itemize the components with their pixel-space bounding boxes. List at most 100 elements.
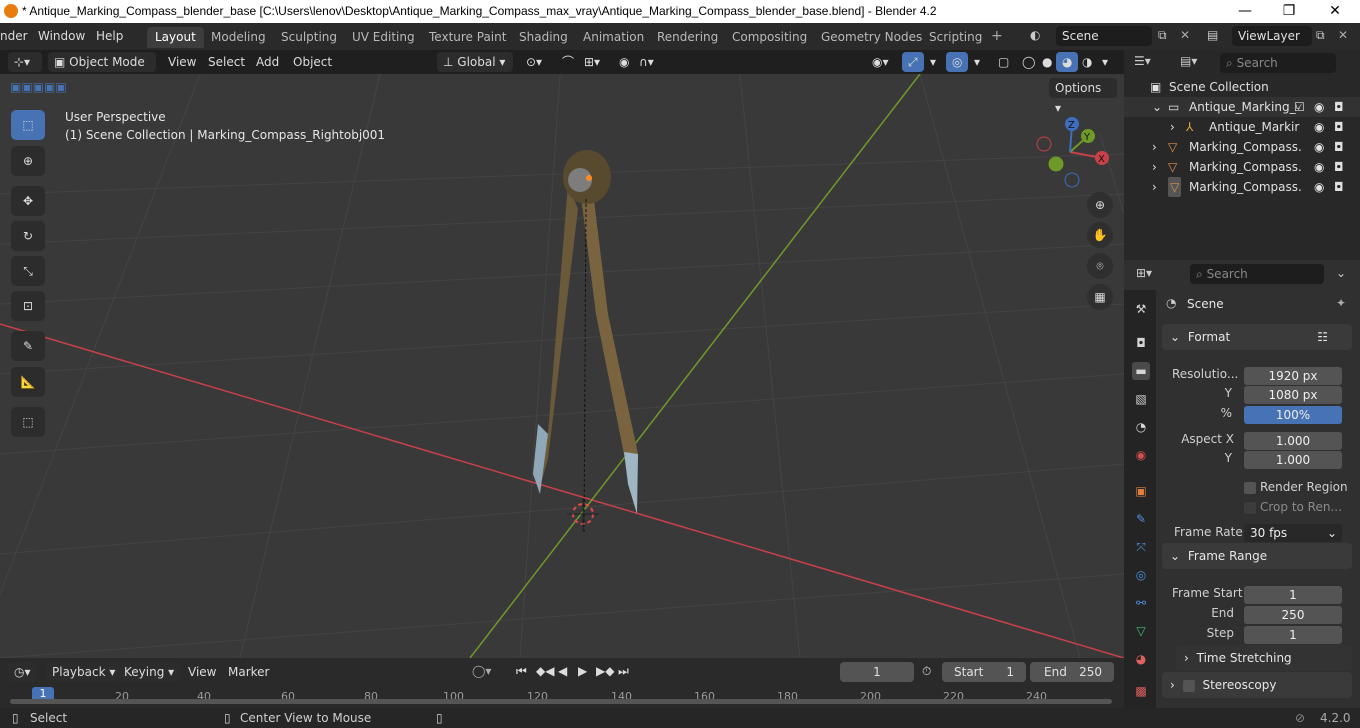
editor-type-button[interactable]: ⊹▾ <box>8 52 42 72</box>
tab-shading[interactable]: Shading <box>511 27 576 48</box>
close-button[interactable]: ✕ <box>1320 2 1350 20</box>
gizmo-toggle-icon[interactable]: ⤢ <box>902 52 924 72</box>
aspect-y-field[interactable]: 1.000 <box>1244 451 1342 469</box>
expand-chevron-icon[interactable]: › <box>1170 117 1175 137</box>
render-tab-icon[interactable]: ◘ <box>1132 334 1150 352</box>
tab-animation[interactable]: Animation <box>575 27 652 48</box>
navigation-gizmo[interactable]: X Y Z <box>1030 114 1110 194</box>
visibility-eye-icon[interactable]: ◉ <box>1314 137 1324 157</box>
render-camera-icon[interactable]: ◘ <box>1334 97 1344 117</box>
modifier-tab-icon[interactable]: ✎ <box>1132 510 1150 528</box>
toolbar-header-icons[interactable]: ▣▣▣▣▣ <box>10 80 67 94</box>
mode-dropdown[interactable]: ▣ Object Mode ▾ <box>48 52 156 89</box>
play-icon[interactable]: ▶ <box>578 664 587 678</box>
minimize-button[interactable]: — <box>1230 2 1260 20</box>
stereoscopy-checkbox[interactable] <box>1182 679 1195 692</box>
properties-search-input[interactable]: ⌕ Search <box>1190 264 1324 284</box>
marking-compass-model[interactable] <box>533 150 638 535</box>
frame-end-field[interactable]: 250 <box>1244 606 1342 624</box>
resolution-y-field[interactable]: 1080 px <box>1244 386 1342 404</box>
shading-dropdown-icon[interactable]: ▾ <box>1096 52 1114 72</box>
overlay-dropdown-icon[interactable]: ▾ <box>968 52 986 72</box>
menu-help[interactable]: Help <box>96 29 123 43</box>
menu-window[interactable]: Window <box>38 29 85 43</box>
current-frame-field[interactable]: 1 <box>840 662 914 682</box>
material-tab-icon[interactable]: ◕ <box>1132 650 1150 668</box>
visibility-eye-icon[interactable]: ◉ <box>1314 177 1324 197</box>
pin-icon[interactable]: ✦ <box>1336 296 1346 310</box>
tab-scripting[interactable]: Scripting <box>921 27 990 48</box>
menu-view[interactable]: View <box>162 52 202 72</box>
properties-options-icon[interactable]: ⌄ <box>1336 266 1346 280</box>
format-panel-header[interactable]: ⌄ Format ☷ <box>1162 324 1352 350</box>
options-dropdown[interactable]: Options ▾ <box>1049 78 1117 115</box>
visibility-eye-icon[interactable]: ◉ <box>1314 97 1324 117</box>
play-reverse-icon[interactable]: ◀ <box>558 664 567 678</box>
overlay-toggle-icon[interactable]: ◎ <box>946 52 969 72</box>
time-stretching-panel-header[interactable]: › Time Stretching <box>1176 645 1352 671</box>
preview-range-icon[interactable]: ⏱ <box>922 664 931 679</box>
render-camera-icon[interactable]: ◘ <box>1334 177 1344 197</box>
outliner-row-collection[interactable]: ⌄ ▭ Antique_Marking_C ☑ ◉ ◘ <box>1124 97 1360 117</box>
object-tab-icon[interactable]: ▣ <box>1132 482 1150 500</box>
timeline-view-menu[interactable]: View <box>182 662 222 682</box>
jump-start-icon[interactable]: ⏮ <box>516 664 527 679</box>
tab-geometry-nodes[interactable]: Geometry Nodes <box>813 27 930 48</box>
new-viewlayer-icon[interactable]: ⧉ <box>1316 28 1325 43</box>
tab-texture-paint[interactable]: Texture Paint <box>421 27 514 48</box>
viewlayer-name-field[interactable]: ViewLayer <box>1232 26 1312 46</box>
constraints-tab-icon[interactable]: ⚯ <box>1132 594 1150 612</box>
outliner-row-mesh-3[interactable]: › ▽ Marking_Compass. ◉ ◘ <box>1124 177 1360 197</box>
timeline-scrollbar[interactable] <box>10 699 1112 704</box>
tool-tab-icon[interactable]: ⚒ <box>1132 300 1150 318</box>
scene-browse-icon[interactable]: ◐ <box>1030 28 1040 42</box>
cursor-tool[interactable]: ⊕ <box>11 146 45 176</box>
3d-viewport[interactable]: User Perspective (1) Scene Collection | … <box>0 74 1124 658</box>
outliner-row-armature[interactable]: › ⅄ Antique_Markir ◉ ◘ <box>1124 117 1360 137</box>
expand-chevron-icon[interactable]: › <box>1152 157 1157 177</box>
pan-button[interactable]: ✋ <box>1087 222 1113 248</box>
camera-view-button[interactable]: ⌾ <box>1087 253 1113 279</box>
texture-tab-icon[interactable]: ▩ <box>1132 682 1150 700</box>
tab-layout[interactable]: Layout <box>147 27 204 48</box>
visibility-eye-icon[interactable]: ◉ <box>1314 117 1324 137</box>
tab-uv-editing[interactable]: UV Editing <box>344 27 423 48</box>
scene-tab-icon[interactable]: ◔ <box>1132 418 1150 436</box>
menu-object[interactable]: Object <box>287 52 338 72</box>
expand-chevron-icon[interactable]: › <box>1152 137 1157 157</box>
annotate-tool[interactable]: ✎ <box>11 331 45 361</box>
delete-scene-icon[interactable]: ✕ <box>1180 28 1190 42</box>
tab-sculpting[interactable]: Sculpting <box>273 27 345 48</box>
timeline-editor-icon[interactable]: ◷▾ <box>8 662 37 682</box>
properties-editor-icon[interactable]: ⊞▾ <box>1136 266 1152 280</box>
render-camera-icon[interactable]: ◘ <box>1334 117 1344 137</box>
outliner-filter-icon[interactable]: ▤▾ <box>1180 54 1197 68</box>
menu-render[interactable]: nder <box>0 29 28 43</box>
outliner-editor-icon[interactable]: ☰▾ <box>1134 54 1151 68</box>
tab-modeling[interactable]: Modeling <box>203 27 274 48</box>
pivot-icon[interactable]: ⊙▾ <box>520 52 548 72</box>
framerate-dropdown[interactable]: 30 fps ⌄ <box>1244 524 1342 542</box>
tab-rendering[interactable]: Rendering <box>649 27 726 48</box>
exclude-checkbox-icon[interactable]: ☑ <box>1294 97 1305 117</box>
menu-add[interactable]: Add <box>250 52 285 72</box>
outliner-row-mesh-1[interactable]: › ▽ Marking_Compass. ◉ ◘ <box>1124 137 1360 157</box>
falloff-icon[interactable]: ∩▾ <box>633 52 660 72</box>
gizmo-dropdown-icon[interactable]: ▾ <box>924 52 942 72</box>
playback-menu[interactable]: Playback ▾ <box>46 662 122 682</box>
expand-chevron-icon[interactable]: › <box>1152 177 1157 197</box>
maximize-button[interactable]: ❐ <box>1274 2 1304 20</box>
add-cube-tool[interactable]: ⬚ <box>11 407 45 437</box>
world-tab-icon[interactable]: ◉ <box>1132 446 1150 464</box>
marker-menu[interactable]: Marker <box>222 662 275 682</box>
viewlayer-browse-icon[interactable]: ▤ <box>1207 28 1218 42</box>
frame-range-panel-header[interactable]: ⌄ Frame Range <box>1162 543 1352 569</box>
measure-tool[interactable]: 📐 <box>11 367 45 397</box>
aspect-x-field[interactable]: 1.000 <box>1244 432 1342 450</box>
outliner-row-scene-collection[interactable]: ▣ Scene Collection <box>1124 77 1360 97</box>
ortho-toggle-button[interactable]: ▦ <box>1087 284 1113 310</box>
visibility-icon[interactable]: ◉▾ <box>866 52 895 72</box>
stereoscopy-panel-header[interactable]: › Stereoscopy <box>1162 672 1352 698</box>
frame-step-field[interactable]: 1 <box>1244 626 1342 644</box>
scene-name-field[interactable]: Scene <box>1056 26 1152 46</box>
